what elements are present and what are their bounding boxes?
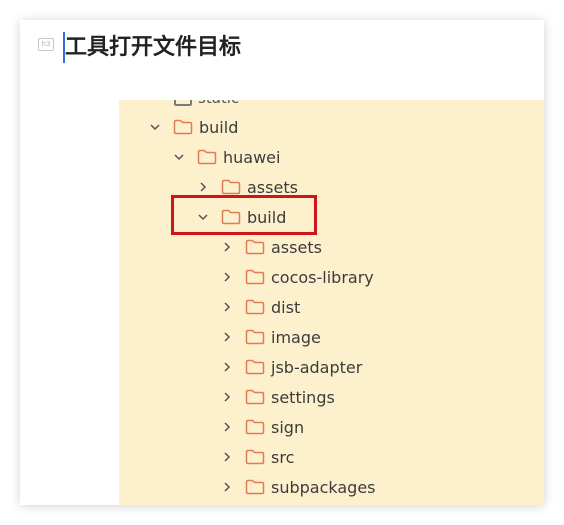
tree-item-label: build: [199, 117, 239, 137]
tree-item-static-partial: static: [174, 100, 239, 108]
folder-icon: [197, 149, 217, 165]
chevron-right-icon[interactable]: [221, 271, 233, 283]
folder-icon: [245, 269, 265, 285]
tree-item-sign[interactable]: sign: [221, 412, 304, 442]
chevron-right-icon[interactable]: [221, 451, 233, 463]
chevron-right-icon[interactable]: [221, 421, 233, 433]
folder-icon: [174, 100, 192, 106]
tree-item-label: subpackages: [271, 477, 376, 497]
folder-icon: [221, 179, 241, 195]
chevron-right-icon[interactable]: [221, 361, 233, 373]
file-tree-screenshot: static build huawei assets build assets: [119, 100, 544, 505]
tree-item-cocos-library[interactable]: cocos-library: [221, 262, 374, 292]
folder-icon: [245, 329, 265, 345]
tree-item-settings[interactable]: settings: [221, 382, 335, 412]
document-card: h3 工具打开文件目标 static build huawei assets b…: [20, 20, 544, 505]
chevron-right-icon[interactable]: [221, 331, 233, 343]
tree-item-jsb-adapter[interactable]: jsb-adapter: [221, 352, 362, 382]
folder-icon: [245, 449, 265, 465]
chevron-right-icon[interactable]: [221, 241, 233, 253]
tree-item-assets[interactable]: assets: [221, 232, 322, 262]
chevron-down-icon[interactable]: [149, 121, 161, 133]
tree-item-huawei[interactable]: huawei: [173, 142, 280, 172]
chevron-right-icon[interactable]: [221, 481, 233, 493]
folder-icon: [245, 239, 265, 255]
tree-item-label: src: [271, 447, 295, 467]
tree-item-label: image: [271, 327, 321, 347]
tree-item-subpackages[interactable]: subpackages: [221, 472, 376, 502]
tree-item-src[interactable]: src: [221, 442, 294, 472]
tree-item-label: assets: [271, 237, 322, 257]
tree-item-label: cocos-library: [271, 267, 374, 287]
tree-item-label: dist: [271, 297, 301, 317]
chevron-right-icon[interactable]: [197, 181, 209, 193]
folder-icon: [245, 359, 265, 375]
tree-item-label: static: [198, 100, 239, 107]
tree-item-dist[interactable]: dist: [221, 292, 300, 322]
folder-icon: [173, 119, 193, 135]
chevron-right-icon[interactable]: [221, 391, 233, 403]
folder-icon: [245, 389, 265, 405]
tree-item-build[interactable]: build: [149, 112, 238, 142]
tree-item-label: sign: [271, 417, 305, 437]
chevron-down-icon[interactable]: [173, 151, 185, 163]
tree-item-label: settings: [271, 387, 335, 407]
chevron-right-icon[interactable]: [221, 301, 233, 313]
tree-item-label: jsb-adapter: [271, 357, 363, 377]
heading-level-badge: h3: [38, 38, 54, 51]
tree-item-label: huawei: [223, 147, 281, 167]
folder-icon: [245, 299, 265, 315]
highlight-box: [171, 195, 317, 235]
tree-item-image[interactable]: image: [221, 322, 321, 352]
page-title[interactable]: 工具打开文件目标: [65, 33, 241, 63]
folder-icon: [245, 479, 265, 495]
folder-icon: [245, 419, 265, 435]
tree-item-label: assets: [247, 177, 298, 197]
